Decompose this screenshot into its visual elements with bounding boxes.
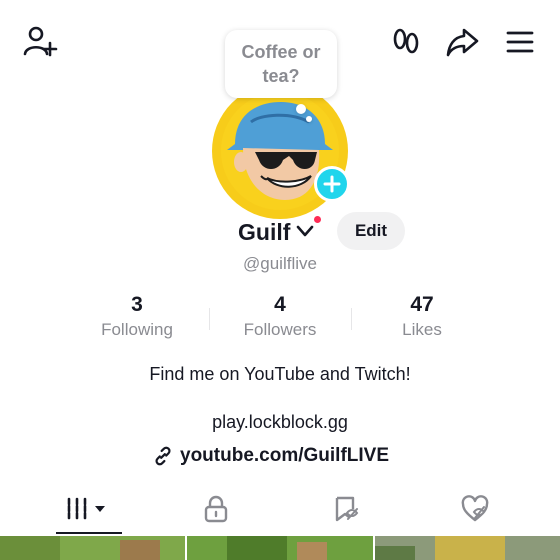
- footprints-icon: [393, 28, 419, 54]
- stat-following[interactable]: 3 Following: [67, 292, 207, 340]
- plus-icon: [323, 175, 341, 193]
- edit-profile-button[interactable]: Edit: [337, 212, 405, 250]
- tab-selected-indicator: [56, 532, 122, 534]
- share-button[interactable]: [442, 22, 482, 62]
- videos-grid-icon: [67, 497, 105, 521]
- profile-views-button[interactable]: [386, 22, 426, 62]
- menu-button[interactable]: [500, 22, 540, 62]
- status-bubble[interactable]: Coffee or tea?: [225, 30, 337, 98]
- menu-icon: [506, 31, 534, 53]
- video-thumbnail[interactable]: [374, 536, 560, 560]
- tab-liked[interactable]: [440, 492, 510, 526]
- stat-following-value: 3: [131, 293, 143, 316]
- bio-line: Find me on YouTube and Twitch!: [149, 364, 411, 384]
- chevron-down-icon[interactable]: [296, 224, 314, 238]
- profile-avatar[interactable]: [212, 83, 350, 219]
- share-icon: [446, 28, 479, 57]
- profile-name: Guilf: [238, 219, 291, 245]
- liked-icon: [461, 495, 489, 522]
- status-bubble-text: Coffee or tea?: [241, 42, 321, 86]
- video-thumbnail[interactable]: [0, 536, 186, 560]
- stat-followers-value: 4: [274, 293, 286, 316]
- video-grid: [0, 536, 560, 560]
- add-friend-button[interactable]: [20, 22, 60, 62]
- video-thumbnail[interactable]: [187, 536, 373, 560]
- stat-likes-value: 47: [410, 293, 434, 316]
- profile-handle: @guilflive: [243, 254, 317, 273]
- lock-icon: [204, 495, 228, 523]
- stat-followers[interactable]: 4 Followers: [210, 292, 350, 340]
- bubble-tail-dot: [296, 104, 306, 114]
- add-avatar-story-button[interactable]: [314, 166, 350, 202]
- repost-icon: [335, 496, 359, 522]
- tab-reposts[interactable]: [311, 492, 381, 526]
- bubble-tail-dot-small: [306, 116, 312, 122]
- tab-videos[interactable]: [52, 492, 122, 526]
- link-icon: [155, 446, 171, 466]
- stat-following-label: Following: [101, 320, 173, 339]
- add-friend-icon: [23, 26, 58, 57]
- stat-followers-label: Followers: [243, 320, 317, 339]
- stat-likes-label: Likes: [402, 320, 442, 339]
- notification-dot: [312, 214, 323, 225]
- stat-likes[interactable]: 47 Likes: [352, 292, 492, 340]
- bio-link-text: youtube.com/GuilfLIVE: [180, 445, 390, 466]
- bio-link[interactable]: youtube.com/GuilfLIVE: [152, 444, 389, 468]
- tab-private[interactable]: [181, 492, 251, 526]
- bio-line-server: play.lockblock.gg: [212, 412, 348, 432]
